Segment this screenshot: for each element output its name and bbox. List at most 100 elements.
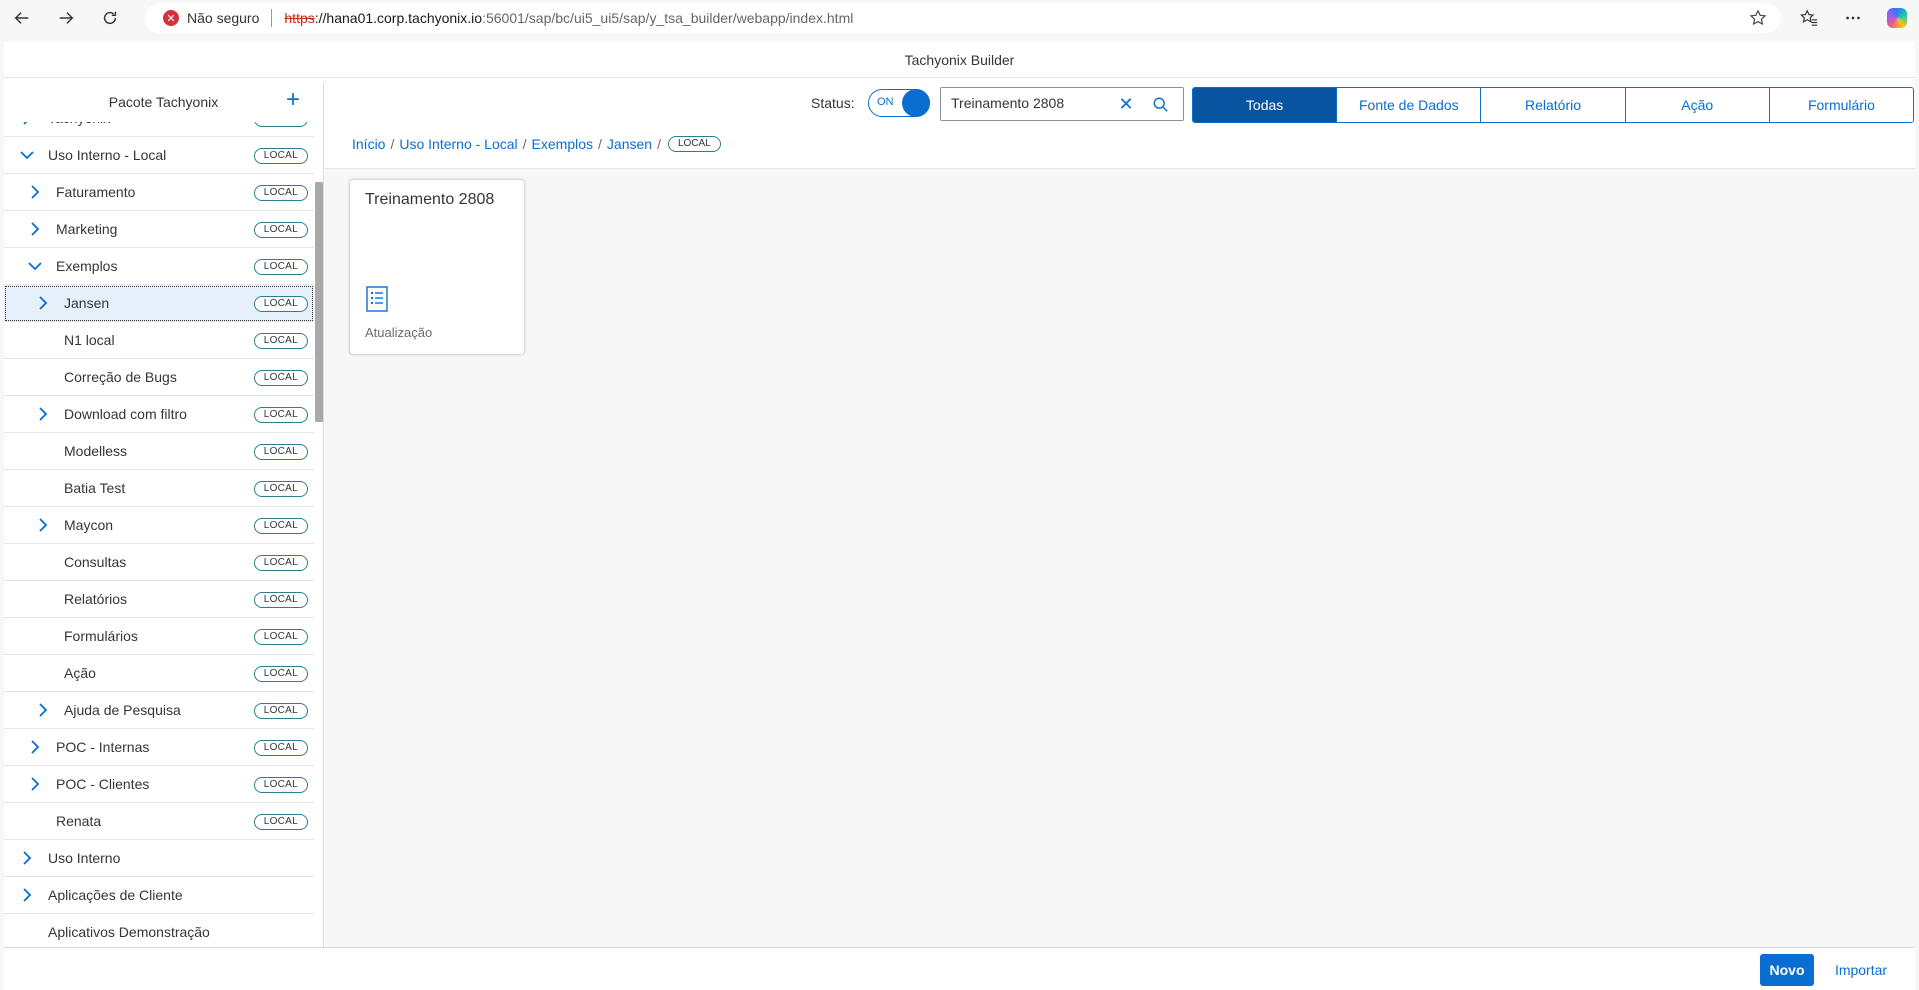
tree-item[interactable]: Tachyonix LOCAL	[4, 122, 314, 137]
tree-item[interactable]: Aplicativos Demonstração	[4, 914, 314, 951]
new-button[interactable]: Novo	[1760, 954, 1814, 986]
filter-segment[interactable]: Todas	[1193, 88, 1338, 122]
import-button[interactable]: Importar	[1826, 954, 1896, 986]
favorite-star-icon[interactable]	[1749, 9, 1767, 27]
breadcrumb-link-jansen[interactable]: Jansen	[607, 136, 652, 152]
tree-item-label: Uso Interno	[48, 850, 121, 866]
tree-item[interactable]: Formulários LOCAL	[4, 618, 314, 655]
tree-item-label: Maycon	[64, 517, 114, 533]
tree-item-label: Ação	[64, 665, 96, 681]
url-path: :56001/sap/bc/ui5_ui5/sap/y_tsa_builder/…	[482, 10, 854, 26]
tree-item-label: Jansen	[64, 295, 110, 311]
tree-item[interactable]: Batia Test LOCAL	[4, 470, 314, 507]
clear-search-icon[interactable]: ✕	[1117, 95, 1135, 113]
add-package-icon[interactable]: +	[281, 88, 305, 113]
package-sidebar: Pacote Tachyonix + TachyonixLOCALUso Int…	[4, 82, 324, 988]
chevron-right-icon[interactable]	[36, 703, 50, 717]
app-title: Tachyonix Builder	[904, 51, 1015, 68]
filter-segment[interactable]: Ação	[1625, 88, 1770, 122]
chevron-down-icon[interactable]	[20, 148, 34, 162]
chevron-right-icon[interactable]	[36, 407, 50, 421]
breadcrumb-link-inicio[interactable]: Início	[352, 136, 385, 152]
chevron-right-icon[interactable]	[36, 518, 50, 532]
breadcrumb-link-uso-interno-local[interactable]: Uso Interno - Local	[399, 136, 517, 152]
tree-item[interactable]: Maycon LOCAL	[4, 507, 314, 544]
tree-item-label: Renata	[56, 813, 102, 829]
chevron-right-icon[interactable]	[36, 296, 50, 310]
filter-segment[interactable]: Fonte de Dados	[1337, 88, 1482, 122]
local-badge: LOCAL	[253, 592, 308, 608]
local-badge: LOCAL	[253, 777, 308, 793]
sidebar-scrollbar[interactable]	[315, 182, 323, 422]
tree-item[interactable]: POC - Clientes LOCAL	[4, 766, 314, 803]
chevron-right-icon[interactable]	[20, 888, 34, 902]
address-bar[interactable]: ✕ Não seguro https://hana01.corp.tachyon…	[145, 3, 1781, 33]
favorites-list-icon[interactable]	[1787, 0, 1831, 36]
tree-item-label: Download com filtro	[64, 406, 187, 422]
type-filter-segmented: Todas Fonte de Dados Relatório Ação Formulár…	[1192, 87, 1914, 123]
chevron-right-icon[interactable]	[20, 122, 34, 125]
breadcrumb-local-badge: LOCAL	[667, 136, 721, 152]
status-toggle[interactable]: ON	[868, 89, 930, 117]
chevron-right-icon[interactable]	[28, 222, 42, 236]
local-badge: LOCAL	[253, 296, 308, 312]
tree-item[interactable]: POC - Internas LOCAL	[4, 729, 314, 766]
tree-item[interactable]: Marketing LOCAL	[4, 211, 314, 248]
local-badge: LOCAL	[253, 740, 308, 756]
tree-item[interactable]: Download com filtro LOCAL	[4, 396, 314, 433]
tree-item-label: N1 local	[64, 332, 115, 348]
tree-item[interactable]: Consultas LOCAL	[4, 544, 314, 581]
status-label: Status:	[811, 95, 855, 111]
back-icon[interactable]	[0, 0, 44, 36]
local-badge: LOCAL	[253, 444, 308, 460]
tree-item[interactable]: Jansen LOCAL	[4, 285, 314, 322]
tree-item[interactable]: Ação LOCAL	[4, 655, 314, 692]
tree-item[interactable]: Ajuda de Pesquisa LOCAL	[4, 692, 314, 729]
tree-item[interactable]: Renata LOCAL	[4, 803, 314, 840]
tree-item[interactable]: Uso Interno	[4, 840, 314, 877]
app-window: Tachyonix Builder Pacote Tachyonix + Tac…	[4, 42, 1915, 990]
tree-item-label: Formulários	[64, 628, 138, 644]
chevron-right-icon[interactable]	[28, 777, 42, 791]
tree-item-label: POC - Internas	[56, 739, 150, 755]
filter-segment[interactable]: Formulário	[1769, 88, 1913, 122]
url-protocol: https	[284, 10, 315, 26]
local-badge: LOCAL	[253, 555, 308, 571]
chevron-down-icon[interactable]	[28, 259, 42, 273]
toggle-text: ON	[877, 96, 894, 108]
local-badge: LOCAL	[253, 666, 308, 682]
search-input[interactable]	[951, 95, 1111, 111]
more-options-icon[interactable]	[1831, 0, 1875, 36]
tree-item[interactable]: Faturamento LOCAL	[4, 174, 314, 211]
breadcrumb-separator: /	[390, 136, 395, 152]
tree-item[interactable]: Modelless LOCAL	[4, 433, 314, 470]
local-badge: LOCAL	[253, 185, 308, 201]
url-host: ://hana01.corp.tachyonix.io	[314, 10, 483, 26]
content-area: Treinamento 2808 Atualização	[325, 169, 1915, 947]
forward-icon[interactable]	[44, 0, 88, 36]
chevron-right-icon[interactable]	[28, 185, 42, 199]
search-field[interactable]: ✕	[940, 87, 1184, 121]
local-badge: LOCAL	[253, 370, 308, 386]
tree-item[interactable]: Relatórios LOCAL	[4, 581, 314, 618]
tree-item[interactable]: Uso Interno - Local LOCAL	[4, 137, 314, 174]
copilot-icon[interactable]	[1875, 0, 1919, 36]
refresh-icon[interactable]	[88, 0, 132, 36]
tree-item-label: Consultas	[64, 554, 127, 570]
breadcrumb-link-exemplos[interactable]: Exemplos	[532, 136, 593, 152]
tree-item[interactable]: N1 local LOCAL	[4, 322, 314, 359]
breadcrumb-separator: /	[522, 136, 527, 152]
filter-segment[interactable]: Relatório	[1481, 88, 1626, 122]
search-icon[interactable]	[1152, 96, 1170, 114]
chevron-right-icon[interactable]	[20, 851, 34, 865]
sidebar-title: Pacote Tachyonix	[108, 94, 219, 110]
tree-item[interactable]: Correção de Bugs LOCAL	[4, 359, 314, 396]
local-badge: LOCAL	[253, 222, 308, 238]
tree-item[interactable]: Aplicações de Cliente	[4, 877, 314, 914]
local-badge: LOCAL	[253, 148, 308, 164]
app-tile[interactable]: Treinamento 2808 Atualização	[349, 179, 525, 355]
chevron-right-icon[interactable]	[28, 740, 42, 754]
security-label: Não seguro	[187, 10, 260, 26]
address-separator	[271, 9, 273, 27]
tree-item[interactable]: Exemplos LOCAL	[4, 248, 314, 285]
